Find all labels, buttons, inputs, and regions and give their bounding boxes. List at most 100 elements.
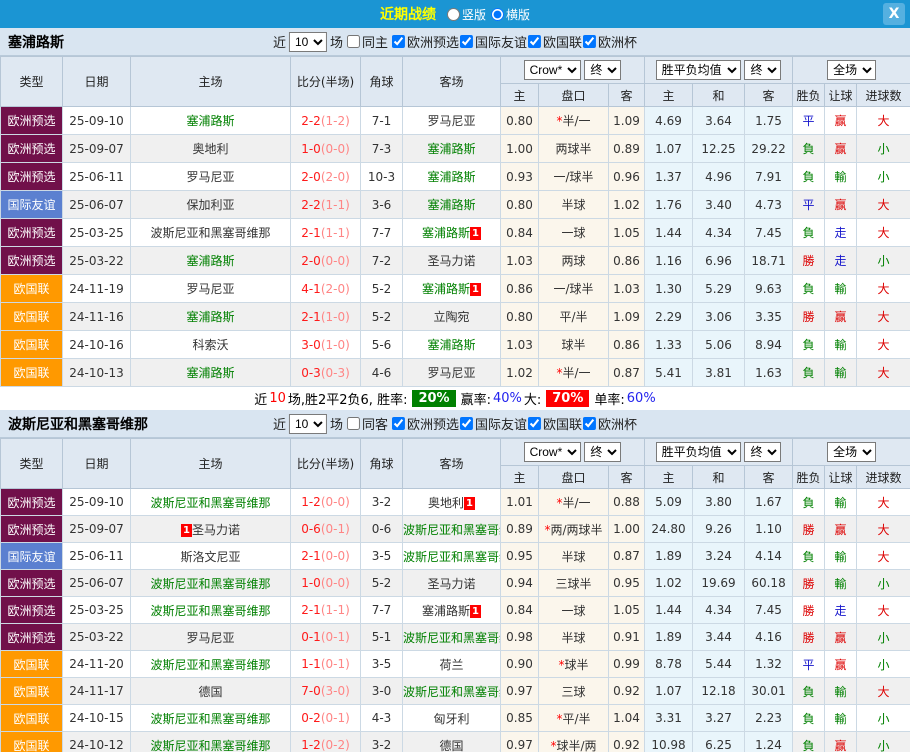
team-name-link[interactable]: 奥地利 — [192, 142, 228, 156]
odds-away: 0.87 — [609, 359, 645, 387]
competition-checkbox[interactable] — [392, 417, 405, 430]
handicap-line: 半球 — [539, 543, 609, 570]
competition-filter-option[interactable]: 国际友谊 — [459, 32, 527, 51]
same-venue-option[interactable]: 同主 — [346, 32, 388, 51]
same-venue-checkbox[interactable] — [347, 417, 360, 430]
fulltime-score: 1-0 — [301, 142, 321, 156]
competition-checkbox[interactable] — [583, 417, 596, 430]
scope-group-header: 全场 — [793, 57, 910, 84]
competition-checkbox[interactable] — [528, 35, 541, 48]
competition-checkbox[interactable] — [528, 417, 541, 430]
team-name-link[interactable]: 波斯尼亚和黑塞哥维那 — [150, 226, 270, 240]
team-name-link[interactable]: 科索沃 — [192, 338, 228, 352]
subcol-odds-home: 主 — [501, 466, 539, 489]
team-name-link[interactable]: 罗马尼亚 — [427, 114, 475, 128]
odds-source-select[interactable]: Crow* — [524, 60, 581, 80]
team-name-link[interactable]: 波斯尼亚和黑塞哥维那 — [403, 550, 501, 564]
competition-checkbox[interactable] — [460, 35, 473, 48]
team-name-link[interactable]: 罗马尼亚 — [186, 282, 234, 296]
odds-final-select[interactable]: 终 — [584, 60, 621, 80]
team-name-link[interactable]: 波斯尼亚和黑塞哥维那 — [150, 712, 270, 726]
competition-filter-option[interactable]: 欧国联 — [527, 414, 582, 433]
competition-filter-option[interactable]: 欧洲杯 — [582, 414, 637, 433]
score-cell: 2-1(0-0) — [291, 543, 361, 570]
scope-select[interactable]: 全场 — [827, 60, 876, 80]
team-name-link[interactable]: 波斯尼亚和黑塞哥维那 — [403, 685, 501, 699]
odds-away: 1.09 — [609, 303, 645, 331]
competition-filter-option[interactable]: 欧洲预选 — [391, 414, 459, 433]
team-name-link[interactable]: 塞浦路斯 — [186, 366, 234, 380]
team-name-link[interactable]: 荷兰 — [439, 658, 463, 672]
team-name-link[interactable]: 塞浦路斯 — [422, 282, 470, 296]
competition-checkbox[interactable] — [583, 35, 596, 48]
team-name-link[interactable]: 奥地利 — [428, 496, 464, 510]
team-name-link[interactable]: 波斯尼亚和黑塞哥维那 — [150, 739, 270, 752]
team-name-link[interactable]: 圣马力诺 — [192, 523, 240, 537]
competition-badge: 欧国联 — [1, 359, 63, 387]
team-name-link[interactable]: 波斯尼亚和黑塞哥维那 — [403, 523, 501, 537]
team-name-link[interactable]: 塞浦路斯 — [427, 170, 475, 184]
team-name-link[interactable]: 罗马尼亚 — [427, 366, 475, 380]
same-venue-checkbox[interactable] — [347, 35, 360, 48]
team-name-link[interactable]: 塞浦路斯 — [427, 338, 475, 352]
team-name-link[interactable]: 保加利亚 — [186, 198, 234, 212]
close-icon[interactable]: X — [883, 3, 905, 25]
match-count-select[interactable]: 10 — [289, 32, 327, 52]
subcol-handicap-result: 让球 — [825, 466, 857, 489]
competition-filter-option[interactable]: 欧国联 — [527, 32, 582, 51]
team-name-link[interactable]: 波斯尼亚和黑塞哥维那 — [150, 604, 270, 618]
team-name-link[interactable]: 德国 — [439, 739, 463, 752]
odds-final-select[interactable]: 终 — [584, 442, 621, 462]
team-name-link[interactable]: 匈牙利 — [433, 712, 469, 726]
team-name-link[interactable]: 塞浦路斯 — [186, 114, 234, 128]
competition-filter-option[interactable]: 欧洲预选 — [391, 32, 459, 51]
team-name-link[interactable]: 圣马力诺 — [427, 577, 475, 591]
team-name-link[interactable]: 圣马力诺 — [427, 254, 475, 268]
team-name-link[interactable]: 立陶宛 — [433, 310, 469, 324]
mean-final-select[interactable]: 终 — [744, 60, 781, 80]
team-name-link[interactable]: 塞浦路斯 — [422, 604, 470, 618]
layout-horizontal-option[interactable]: 横版 — [491, 6, 530, 23]
team-name-link[interactable]: 罗马尼亚 — [186, 170, 234, 184]
team-name-link[interactable]: 波斯尼亚和黑塞哥维那 — [150, 658, 270, 672]
layout-vertical-radio[interactable] — [447, 8, 460, 21]
team-cell: 波斯尼亚和黑塞哥维那 — [403, 516, 501, 543]
mean-source-select[interactable]: 胜平负均值 — [656, 60, 741, 80]
corner-score: 3-5 — [361, 543, 403, 570]
scope-select[interactable]: 全场 — [827, 442, 876, 462]
mean-away: 30.01 — [745, 678, 793, 705]
team-name-link[interactable]: 塞浦路斯 — [427, 142, 475, 156]
team-name-link[interactable]: 斯洛文尼亚 — [180, 550, 240, 564]
result-handicap: 輸 — [825, 489, 857, 516]
competition-filter-option[interactable]: 欧洲杯 — [582, 32, 637, 51]
team-name-link[interactable]: 罗马尼亚 — [186, 631, 234, 645]
team-name-link[interactable]: 波斯尼亚和黑塞哥维那 — [150, 577, 270, 591]
same-venue-option[interactable]: 同客 — [346, 414, 388, 433]
team-name-link[interactable]: 塞浦路斯 — [186, 310, 234, 324]
col-date: 日期 — [63, 439, 131, 489]
odds-source-select[interactable]: Crow* — [524, 442, 581, 462]
mean-away: 7.45 — [745, 219, 793, 247]
mean-home: 1.30 — [645, 275, 693, 303]
halftime-score: (3-0) — [321, 684, 350, 698]
result-goals: 小 — [857, 247, 910, 275]
team-name-link[interactable]: 波斯尼亚和黑塞哥维那 — [150, 496, 270, 510]
corner-score: 7-2 — [361, 247, 403, 275]
competition-checkbox[interactable] — [392, 35, 405, 48]
mean-draw: 6.96 — [693, 247, 745, 275]
match-count-select[interactable]: 10 — [289, 414, 327, 434]
mean-final-select[interactable]: 终 — [744, 442, 781, 462]
team-name-link[interactable]: 塞浦路斯 — [186, 254, 234, 268]
team-name-link[interactable]: 波斯尼亚和黑塞哥维那 — [403, 631, 501, 645]
layout-vertical-option[interactable]: 竖版 — [447, 6, 486, 23]
match-date: 24-10-15 — [63, 705, 131, 732]
team-cell: 波斯尼亚和黑塞哥维那 — [131, 597, 291, 624]
competition-checkbox[interactable] — [460, 417, 473, 430]
halftime-score: (0-1) — [321, 657, 350, 671]
competition-filter-option[interactable]: 国际友谊 — [459, 414, 527, 433]
team-name-link[interactable]: 塞浦路斯 — [427, 198, 475, 212]
layout-horizontal-radio[interactable] — [491, 8, 504, 21]
mean-source-select[interactable]: 胜平负均值 — [656, 442, 741, 462]
team-name-link[interactable]: 德国 — [198, 685, 222, 699]
team-name-link[interactable]: 塞浦路斯 — [422, 226, 470, 240]
